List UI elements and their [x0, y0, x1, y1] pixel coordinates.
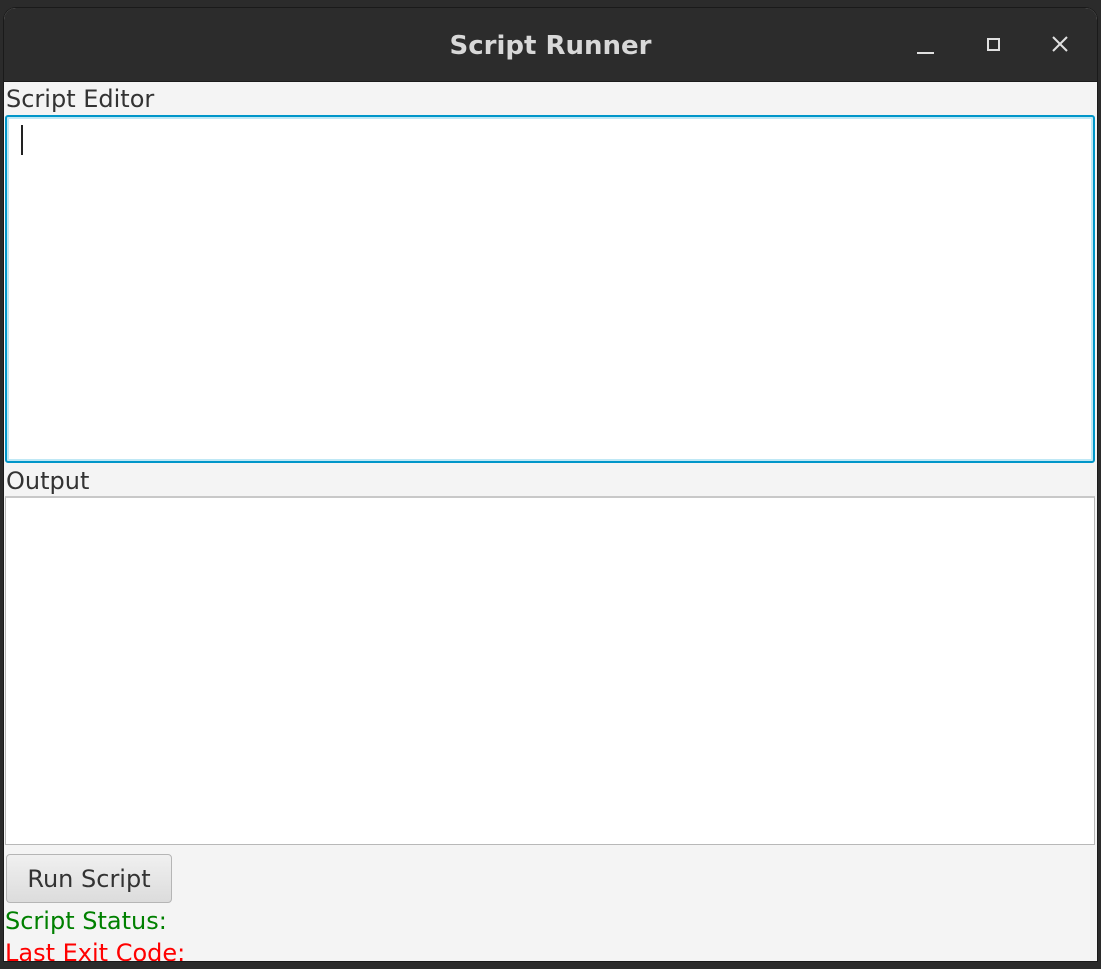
script-editor-textarea[interactable] [5, 115, 1095, 463]
main-content: Script Editor Output Run Script Script S… [4, 82, 1097, 961]
close-button[interactable] [1042, 26, 1078, 62]
run-script-button[interactable]: Run Script [6, 854, 172, 903]
output-label: Output [6, 467, 90, 495]
minimize-button[interactable] [907, 26, 943, 62]
minimize-icon [916, 52, 934, 54]
output-textarea[interactable] [5, 496, 1095, 845]
text-caret [21, 125, 23, 155]
title-bar[interactable]: Script Runner [4, 8, 1097, 82]
script-editor-label: Script Editor [6, 85, 155, 113]
last-exit-code-label: Last Exit Code: [5, 939, 186, 961]
maximize-icon [986, 37, 1000, 51]
close-icon [1052, 36, 1068, 52]
maximize-button[interactable] [975, 26, 1011, 62]
script-status-label: Script Status: [5, 907, 167, 935]
app-window: Script Runner Script Editor Output Run S… [4, 8, 1097, 961]
